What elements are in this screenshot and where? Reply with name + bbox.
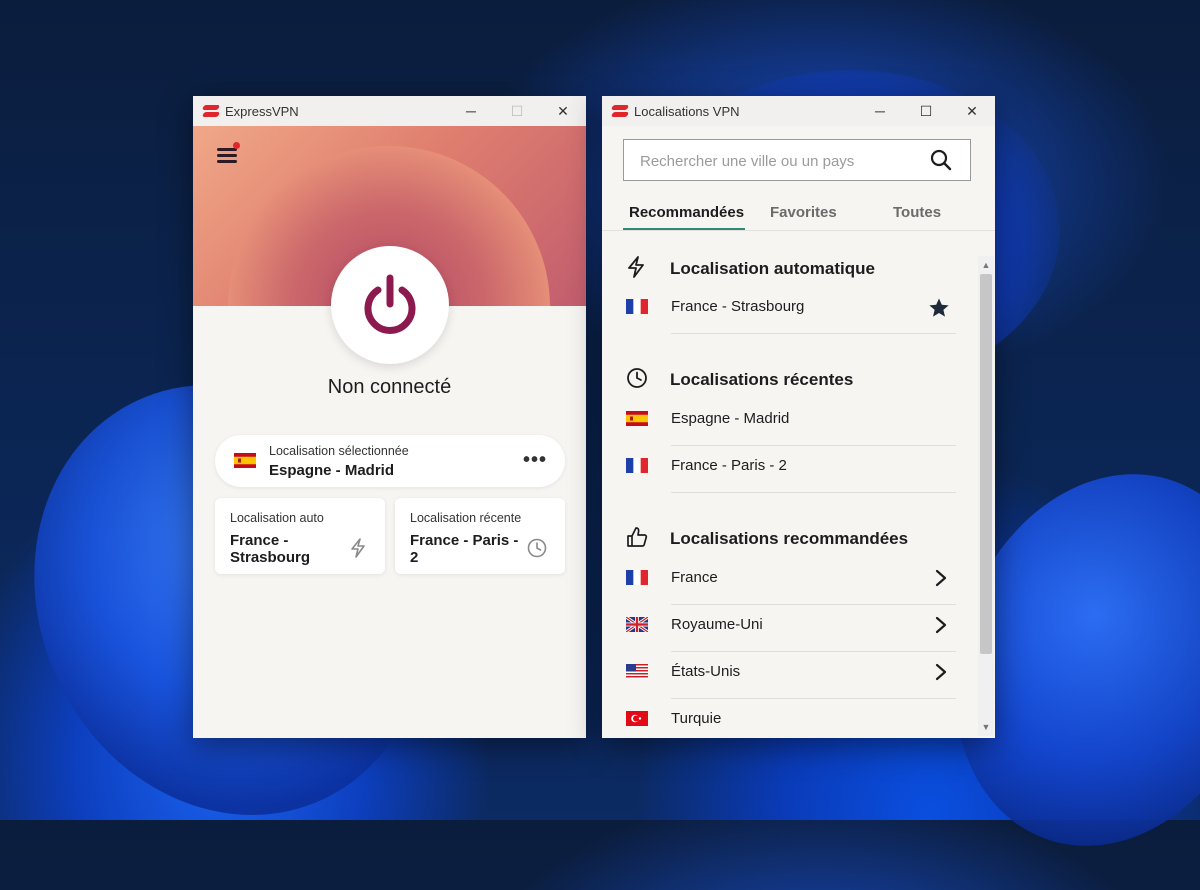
row-divider	[671, 333, 956, 334]
list-item[interactable]: France	[626, 559, 956, 605]
scrollbar-thumb[interactable]	[980, 274, 992, 654]
list-item[interactable]: France - Strasbourg	[626, 288, 956, 334]
list-item[interactable]: Turquie	[626, 700, 956, 738]
location-name: États-Unis	[671, 663, 741, 680]
search-icon[interactable]	[930, 149, 952, 171]
scroll-down-icon[interactable]: ▼	[978, 720, 994, 734]
minimize-button[interactable]: ─	[857, 96, 903, 126]
row-divider	[671, 445, 956, 446]
chevron-right-icon[interactable]	[932, 568, 950, 588]
auto-location-label: Localisation auto	[230, 511, 324, 525]
tab-all[interactable]: Toutes	[893, 204, 941, 221]
flag-spain-icon	[234, 453, 256, 468]
list-item[interactable]: Espagne - Madrid	[626, 400, 956, 446]
recent-location-label: Localisation récente	[410, 511, 522, 525]
search-input[interactable]	[624, 140, 942, 182]
flag-usa-icon	[626, 664, 648, 679]
expressvpn-logo-icon	[203, 105, 219, 118]
maximize-button[interactable]: ☐	[903, 96, 949, 126]
row-divider	[671, 651, 956, 652]
menu-button[interactable]	[217, 142, 240, 164]
location-name: France	[671, 569, 718, 586]
clock-icon	[527, 538, 547, 558]
tab-favorites[interactable]: Favorites	[770, 204, 837, 221]
location-name: Turquie	[671, 710, 722, 727]
section-title: Localisation automatique	[670, 259, 875, 278]
title-bar[interactable]: Localisations VPN ─ ☐ ✕	[602, 96, 995, 126]
location-name: Royaume-Uni	[671, 616, 763, 633]
connection-status: Non connecté	[327, 376, 452, 398]
tab-recommended[interactable]: Recommandées	[629, 204, 744, 221]
thumbs-up-icon	[627, 527, 648, 547]
scroll-up-icon[interactable]: ▲	[978, 258, 994, 272]
flag-uk-icon	[626, 617, 648, 632]
flag-turkey-icon	[626, 711, 648, 726]
location-name: France - Paris - 2	[671, 457, 787, 474]
close-button[interactable]: ✕	[540, 96, 586, 126]
row-divider	[671, 604, 956, 605]
auto-location-value: France - Strasbourg	[230, 532, 311, 566]
selected-location-value: Espagne - Madrid	[269, 462, 395, 479]
section-header-auto: Localisation automatique	[626, 256, 966, 284]
minimize-button[interactable]: ─	[448, 96, 494, 126]
location-tabs: Recommandées Favorites Toutes	[623, 204, 973, 232]
tabs-divider	[602, 230, 995, 231]
row-divider	[671, 698, 956, 699]
location-name: Espagne - Madrid	[671, 410, 790, 427]
star-icon[interactable]	[928, 297, 950, 319]
flag-spain-icon	[626, 411, 648, 426]
row-divider	[671, 492, 956, 493]
selected-location-card[interactable]: Localisation sélectionnée Espagne - Madr…	[215, 435, 565, 487]
list-item[interactable]: France - Paris - 2	[626, 447, 956, 493]
close-button[interactable]: ✕	[949, 96, 995, 126]
window-title: Localisations VPN	[634, 103, 740, 119]
power-icon	[364, 274, 416, 334]
section-title: Localisations recommandées	[670, 529, 909, 548]
chevron-right-icon[interactable]	[932, 662, 950, 682]
expressvpn-window: ExpressVPN ─ ☐ ✕ Non connecté Localisati…	[193, 96, 586, 738]
flag-france-icon	[626, 458, 648, 473]
more-options-icon[interactable]: •••	[523, 449, 547, 472]
list-item[interactable]: États-Unis	[626, 653, 956, 699]
list-item[interactable]: Royaume-Uni	[626, 606, 956, 652]
notification-dot	[233, 142, 240, 149]
selected-location-label: Localisation sélectionnée	[269, 444, 409, 458]
flag-france-icon	[626, 570, 648, 585]
power-button[interactable]	[331, 246, 449, 364]
location-list: Localisation automatique France - Strasb…	[602, 246, 977, 738]
maximize-button: ☐	[510, 102, 524, 119]
bolt-icon	[628, 256, 644, 278]
scrollbar[interactable]: ▲ ▼	[978, 256, 994, 736]
section-header-recent: Localisations récentes	[626, 367, 966, 395]
vpn-locations-window: Localisations VPN ─ ☐ ✕ Recommandées Fav…	[602, 96, 995, 738]
clock-icon	[627, 368, 647, 388]
section-title: Localisations récentes	[670, 370, 854, 389]
auto-location-card[interactable]: Localisation auto France - Strasbourg	[215, 498, 385, 574]
expressvpn-logo-icon	[612, 105, 628, 118]
location-name: France - Strasbourg	[671, 298, 805, 315]
search-box	[623, 139, 971, 182]
bolt-icon	[351, 538, 365, 558]
flag-france-icon	[626, 299, 648, 314]
chevron-right-icon[interactable]	[932, 615, 950, 635]
window-title: ExpressVPN	[225, 103, 299, 119]
recent-location-card[interactable]: Localisation récente France - Paris - 2	[395, 498, 565, 574]
title-bar[interactable]: ExpressVPN ─ ☐ ✕	[193, 96, 586, 126]
section-header-recommended: Localisations recommandées	[626, 526, 966, 554]
recent-location-value: France - Paris - 2	[410, 532, 519, 566]
